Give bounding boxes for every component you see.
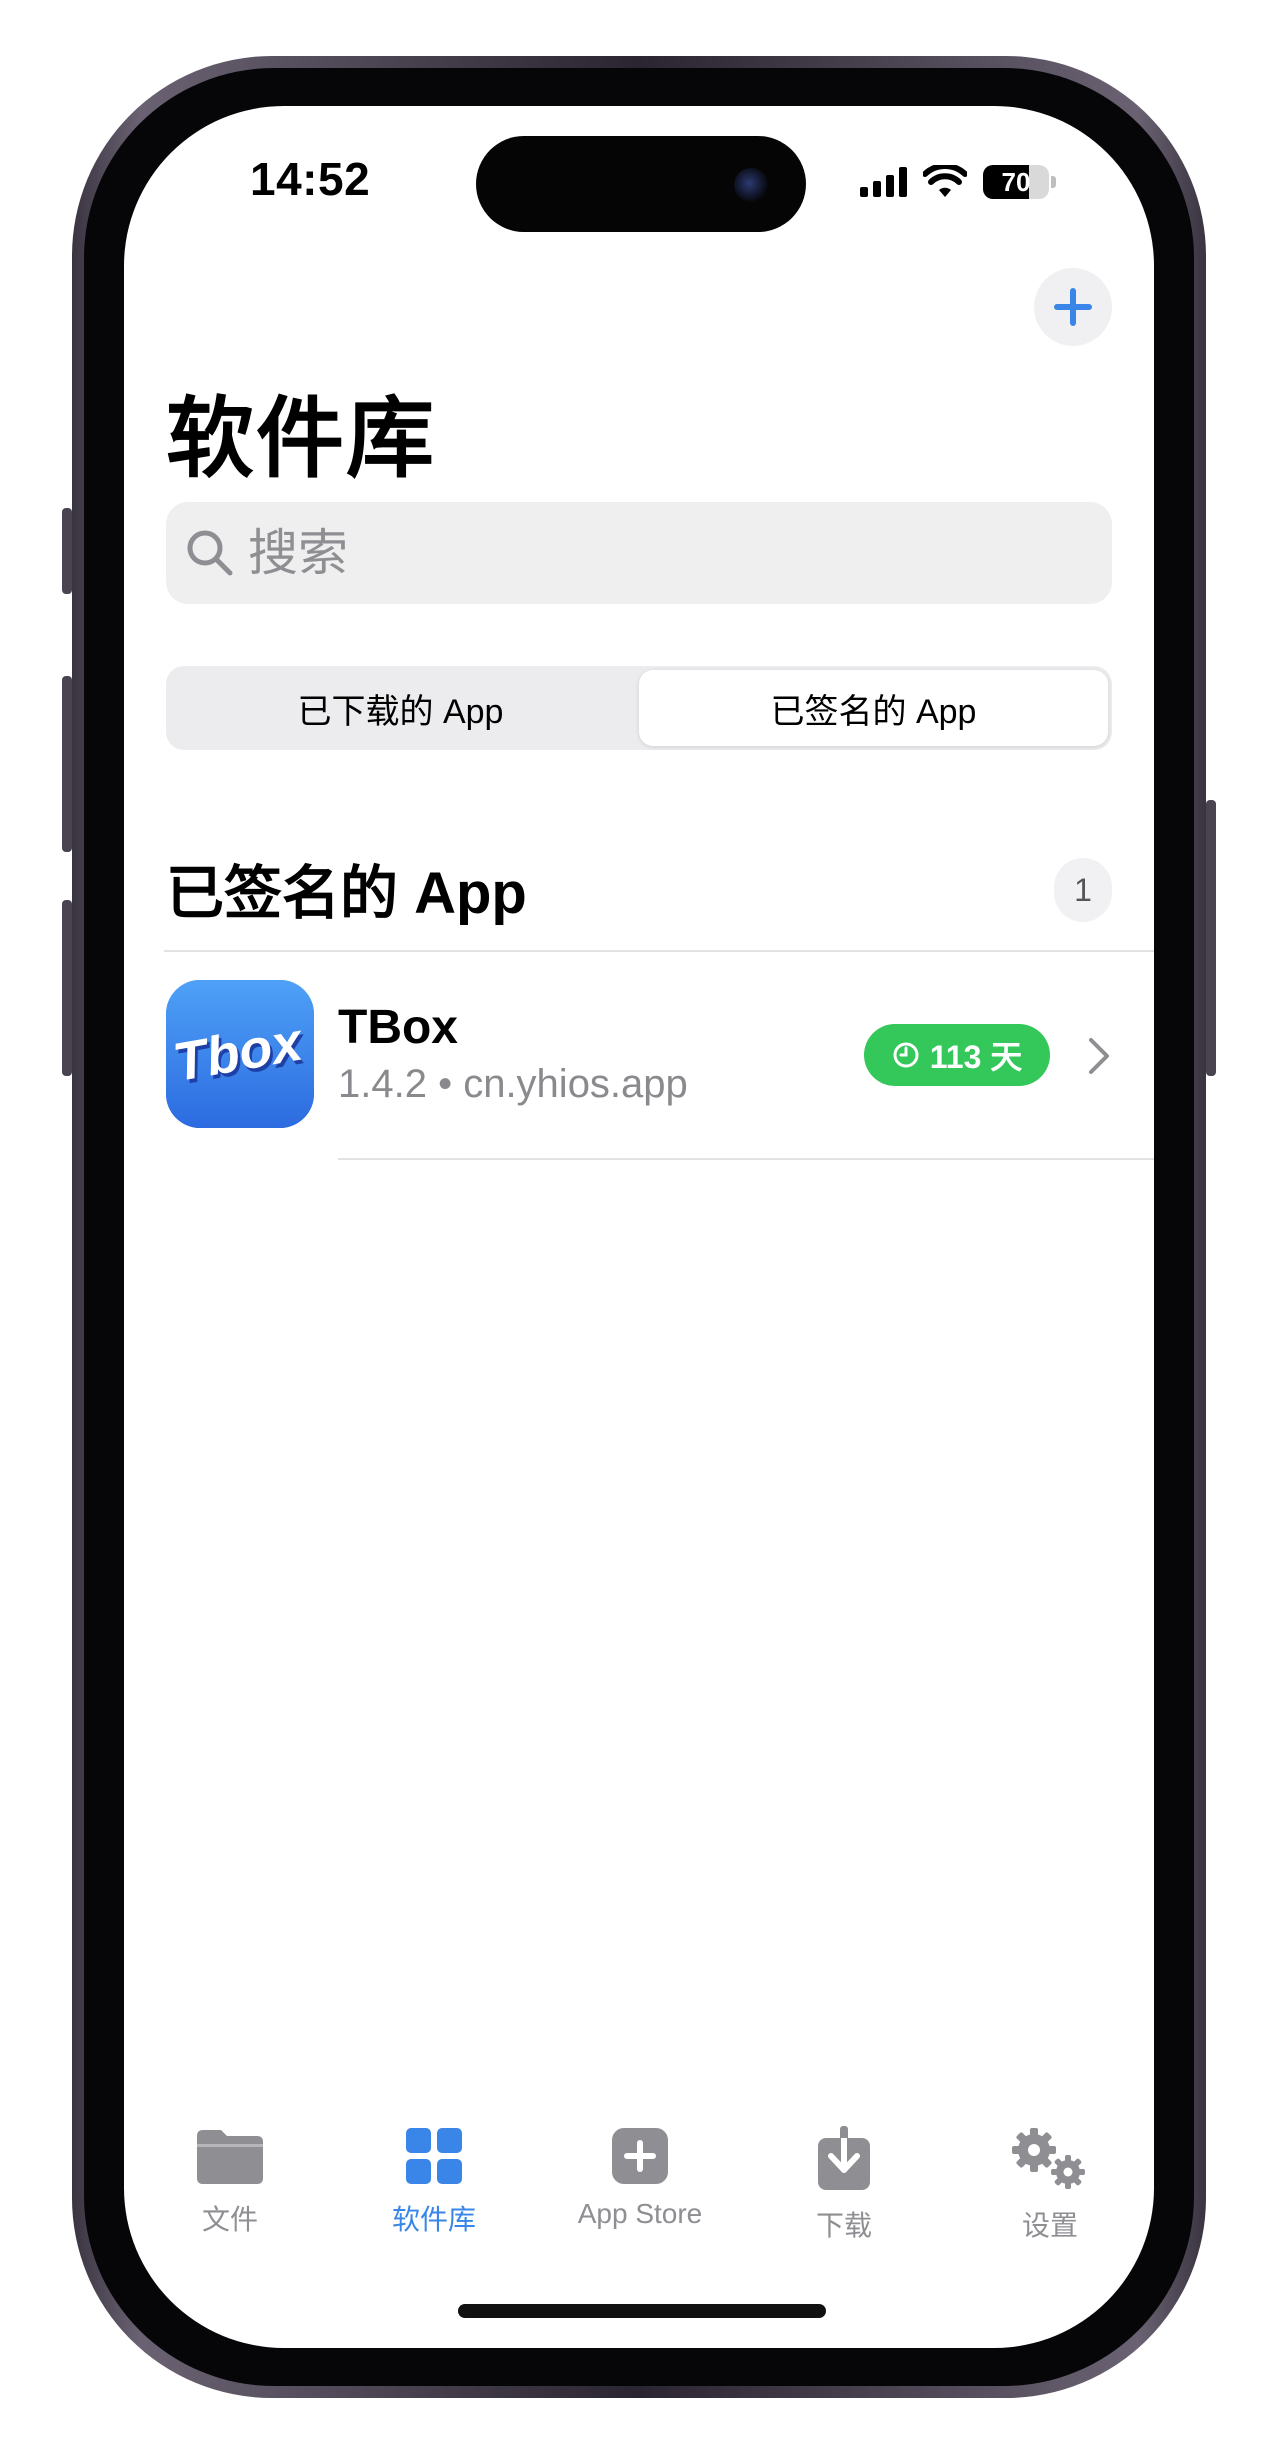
volume-down-button xyxy=(62,900,72,1076)
front-camera-icon xyxy=(734,168,768,202)
page-title: 软件库 xyxy=(166,389,437,488)
status-time: 14:52 xyxy=(250,153,371,205)
tab-settings[interactable]: 设置 xyxy=(980,2126,1120,2244)
screen: 14:52 70 软件库 已下载的 Ap xyxy=(124,106,1154,2348)
action-button xyxy=(62,508,72,594)
battery-cap xyxy=(1051,176,1056,188)
search-input[interactable] xyxy=(246,523,1050,583)
tab-label: 软件库 xyxy=(391,2204,476,2235)
tab-label: 文件 xyxy=(201,2204,258,2235)
plus-icon xyxy=(1054,288,1092,326)
volume-up-button xyxy=(62,676,72,852)
status-indicators: 70 xyxy=(860,162,1056,202)
tab-label: 下载 xyxy=(815,2210,872,2241)
search-bar[interactable] xyxy=(166,502,1112,604)
battery-percent: 70 xyxy=(1001,166,1031,197)
grid-icon xyxy=(406,2128,462,2184)
gears-icon xyxy=(1012,2128,1085,2189)
app-icon-tbox: Tbox Tbox xyxy=(166,980,314,1128)
chevron-right-icon xyxy=(1089,1038,1109,1074)
count-badge: 1 xyxy=(1054,858,1112,922)
segmented-control: 已下载的 App 已签名的 App xyxy=(166,666,1112,750)
expiry-badge: 113 天 xyxy=(864,1024,1050,1086)
app-name: TBox xyxy=(338,1001,458,1054)
section-title: 已签名的 App xyxy=(166,861,527,926)
divider xyxy=(338,1158,1154,1160)
folder-icon xyxy=(197,2130,263,2184)
wifi-icon xyxy=(923,165,967,197)
tab-downloads[interactable]: 下载 xyxy=(774,2126,914,2244)
segment-signed-apps[interactable]: 已签名的 App xyxy=(639,670,1108,746)
power-button xyxy=(1206,800,1216,1076)
cellular-signal-icon xyxy=(860,167,907,197)
plus-square-icon xyxy=(612,2128,668,2184)
search-icon xyxy=(187,530,233,576)
home-indicator[interactable] xyxy=(458,2304,826,2318)
battery-icon: 70 xyxy=(983,165,1049,199)
dynamic-island xyxy=(476,136,806,232)
expiry-days: 113 天 xyxy=(929,1039,1023,1075)
app-subtitle: 1.4.2 • cn.yhios.app xyxy=(338,1062,688,1106)
tab-files[interactable]: 文件 xyxy=(160,2126,300,2238)
segment-downloaded-apps[interactable]: 已下载的 App xyxy=(166,666,635,750)
divider xyxy=(164,950,1154,952)
app-row-tbox[interactable]: Tbox Tbox TBox 1.4.2 • cn.yhios.app 113 … xyxy=(166,980,1154,1130)
tab-library[interactable]: 软件库 xyxy=(364,2126,504,2238)
tab-label: App Store xyxy=(577,2198,703,2229)
tab-app-store[interactable]: App Store xyxy=(570,2126,710,2230)
tab-label: 设置 xyxy=(1021,2210,1078,2241)
clock-icon xyxy=(893,1042,919,1068)
download-icon xyxy=(818,2126,870,2190)
add-button[interactable] xyxy=(1034,268,1112,346)
tab-bar: 文件 软件库 App Store 下载 设置 xyxy=(124,2126,1154,2256)
